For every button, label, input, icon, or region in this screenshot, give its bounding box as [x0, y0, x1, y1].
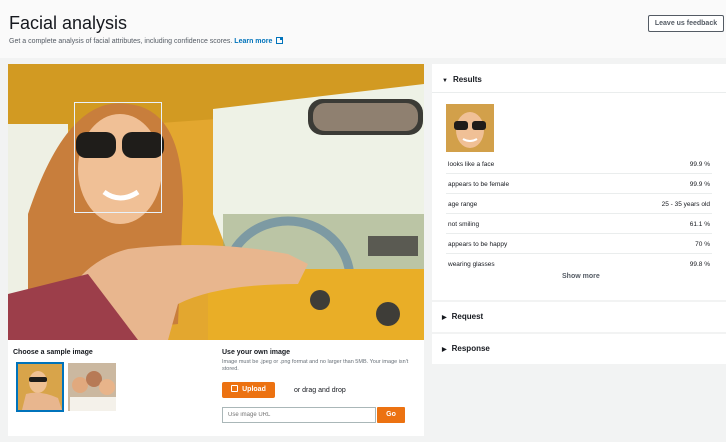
- attribute-value: 99.9 %: [689, 161, 710, 168]
- results-header[interactable]: ▼ Results: [442, 75, 482, 84]
- page-subtitle: Get a complete analysis of facial attrib…: [9, 36, 284, 45]
- request-title: Request: [451, 312, 484, 321]
- car-photo-illustration: [8, 64, 424, 340]
- attribute-name: appears to be happy: [448, 241, 508, 248]
- attribute-value: 99.8 %: [689, 261, 710, 268]
- own-image-label: Use your own image: [222, 349, 291, 356]
- request-header[interactable]: ▶ Request: [442, 312, 483, 321]
- attribute-row: age range 25 - 35 years old: [446, 194, 712, 214]
- page-header: Facial analysis Get a complete analysis …: [0, 0, 726, 58]
- attribute-name: not smiling: [448, 221, 480, 228]
- response-title: Response: [451, 344, 490, 353]
- main-panel: Choose a sample image Use your own image…: [8, 64, 424, 436]
- caret-right-icon: ▶: [442, 347, 447, 353]
- sample-thumbnail-1[interactable]: [16, 362, 64, 412]
- face-crop-preview: [446, 104, 494, 152]
- sample-image-label: Choose a sample image: [13, 349, 93, 356]
- request-section[interactable]: ▶ Request: [432, 302, 726, 332]
- face-bounding-box: [74, 102, 162, 213]
- response-header[interactable]: ▶ Response: [442, 344, 490, 353]
- sample-thumbnail-2[interactable]: [68, 363, 116, 411]
- learn-more-link[interactable]: Learn more: [234, 38, 272, 45]
- detected-face-thumbnail: [446, 104, 494, 152]
- own-image-hint: Image must be .jpeg or .png format and n…: [222, 359, 409, 372]
- attribute-name: appears to be female: [448, 181, 510, 188]
- side-panel: ▼ Results looks like a face 99.9 % appear…: [432, 64, 726, 436]
- drag-drop-text: or drag and drop: [294, 387, 346, 394]
- upload-button[interactable]: Upload: [222, 382, 275, 398]
- attribute-name: age range: [448, 201, 478, 208]
- results-section: ▼ Results looks like a face 99.9 % appear…: [432, 64, 726, 300]
- response-section[interactable]: ▶ Response: [432, 334, 726, 364]
- show-more-link[interactable]: Show more: [562, 273, 600, 280]
- analysis-image: [8, 64, 424, 340]
- sample-1-preview: [18, 364, 62, 410]
- page-title: Facial analysis: [9, 13, 128, 33]
- caret-down-icon: ▼: [442, 78, 448, 84]
- upload-label: Upload: [242, 386, 266, 393]
- external-link-icon[interactable]: [276, 37, 284, 44]
- sample-2-preview: [68, 363, 116, 411]
- attribute-value: 25 - 35 years old: [661, 201, 710, 208]
- attribute-row: not smiling 61.1 %: [446, 214, 712, 234]
- subtitle-text: Get a complete analysis of facial attrib…: [9, 38, 233, 45]
- go-button[interactable]: Go: [377, 407, 405, 423]
- image-url-input[interactable]: [222, 407, 376, 423]
- attribute-value: 70 %: [695, 241, 710, 248]
- attribute-row: appears to be happy 70 %: [446, 234, 712, 254]
- attribute-name: wearing glasses: [448, 261, 495, 268]
- caret-right-icon: ▶: [442, 315, 447, 321]
- attribute-row: appears to be female 99.9 %: [446, 174, 712, 194]
- attribute-name: looks like a face: [448, 161, 495, 168]
- attribute-row: wearing glasses 99.8 %: [446, 254, 712, 274]
- results-divider: [432, 92, 726, 93]
- attribute-value: 99.9 %: [689, 181, 710, 188]
- results-title: Results: [452, 75, 482, 84]
- attribute-value: 61.1 %: [689, 221, 710, 228]
- attribute-row: looks like a face 99.9 %: [446, 154, 712, 174]
- feedback-button[interactable]: Leave us feedback: [648, 15, 724, 32]
- upload-icon: [231, 385, 239, 392]
